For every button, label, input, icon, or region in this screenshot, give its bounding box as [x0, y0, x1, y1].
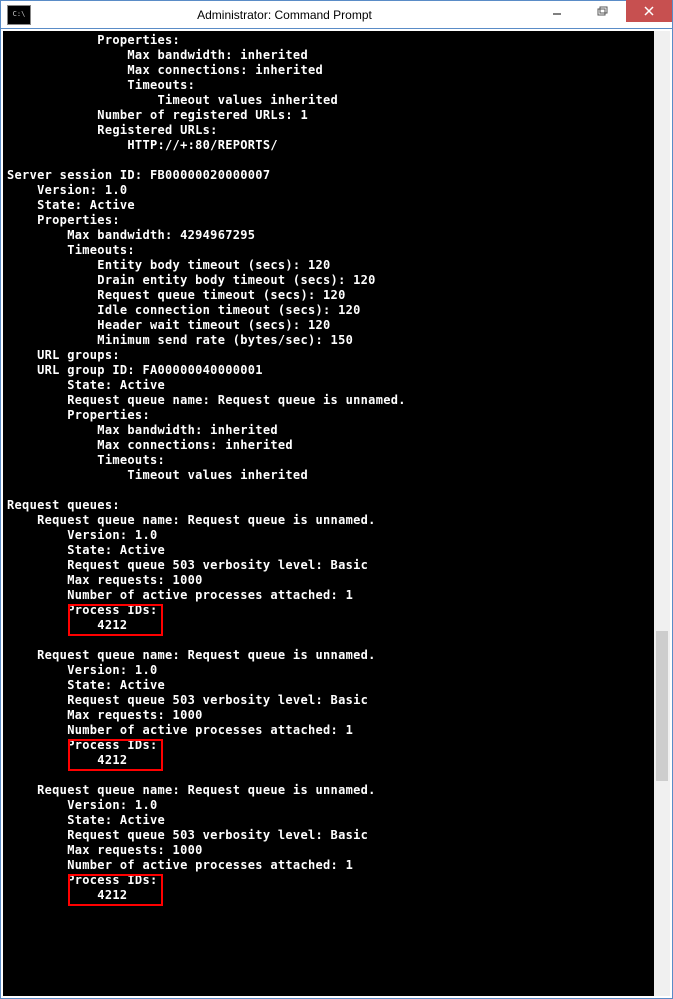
minimize-button[interactable]	[534, 0, 580, 22]
terminal-area: Properties: Max bandwidth: inherited Max…	[1, 29, 672, 998]
close-icon	[644, 6, 654, 16]
command-prompt-window: C:\ Administrator: Command Prompt	[0, 0, 673, 999]
minimize-icon	[552, 6, 562, 16]
titlebar[interactable]: C:\ Administrator: Command Prompt	[1, 1, 672, 29]
scrollbar[interactable]	[654, 31, 670, 996]
window-title: Administrator: Command Prompt	[35, 8, 534, 22]
app-icon: C:\	[7, 5, 31, 25]
highlight-annotation	[68, 604, 163, 636]
highlight-annotation	[68, 874, 163, 906]
highlight-annotation	[68, 739, 163, 771]
window-controls	[534, 1, 672, 28]
scroll-thumb[interactable]	[656, 631, 668, 781]
terminal-output[interactable]: Properties: Max bandwidth: inherited Max…	[3, 31, 654, 996]
maximize-button[interactable]	[580, 0, 626, 22]
close-button[interactable]	[626, 0, 672, 22]
app-icon-label: C:\	[13, 11, 26, 18]
maximize-icon	[597, 6, 609, 16]
